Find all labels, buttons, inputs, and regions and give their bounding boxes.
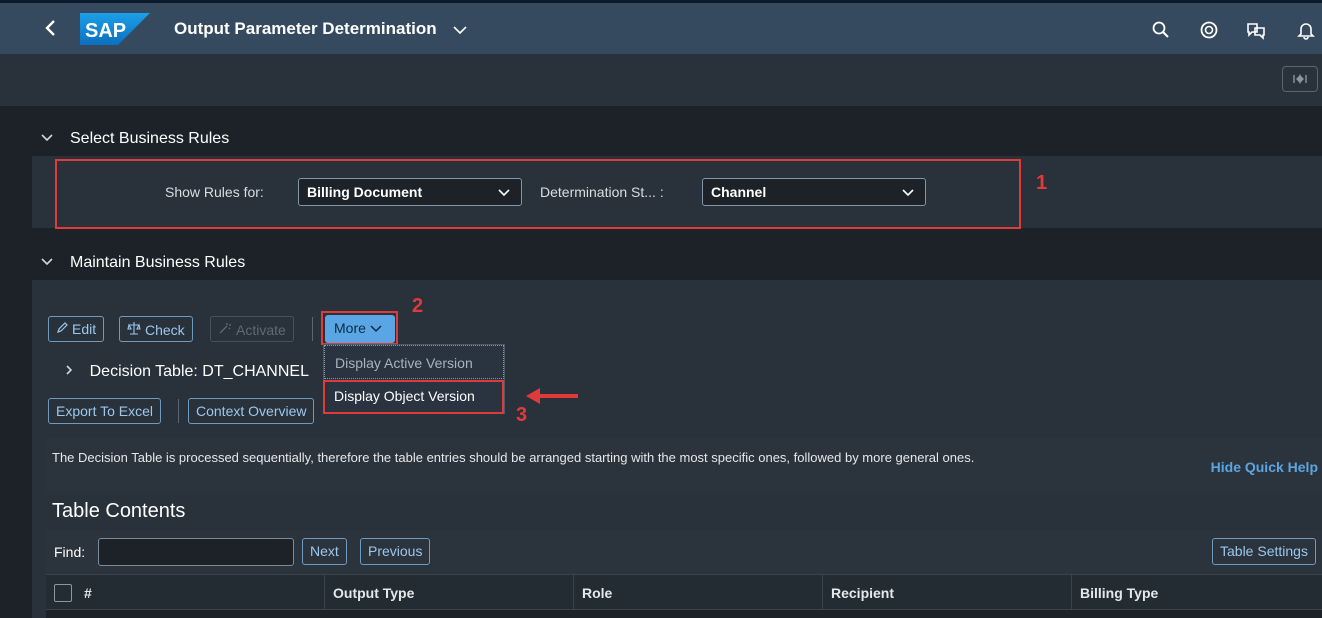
back-chevron-left-icon[interactable] <box>40 17 62 39</box>
search-icon[interactable] <box>1150 19 1172 41</box>
section-title: Maintain Business Rules <box>70 254 246 271</box>
annotation-number-2: 2 <box>412 295 424 317</box>
balance-icon <box>127 322 141 338</box>
bell-icon[interactable] <box>1295 19 1317 41</box>
select-business-rules-header[interactable]: Select Business Rules <box>40 130 229 148</box>
shell-bar: SAP Output Parameter Determination <box>0 0 1322 54</box>
toolbar-separator <box>312 317 313 341</box>
svg-text:SAP: SAP <box>85 20 126 42</box>
annotation-box-3 <box>323 380 504 414</box>
column-header-billing-type[interactable]: Billing Type <box>1071 575 1321 611</box>
column-header-number[interactable]: # <box>76 575 324 611</box>
find-label: Find: <box>54 544 86 560</box>
magic-wand-icon <box>218 322 232 338</box>
column-header-recipient[interactable]: Recipient <box>822 575 1071 611</box>
menu-item-display-active-version[interactable]: Display Active Version <box>324 345 504 379</box>
chevron-down-icon[interactable] <box>452 23 468 35</box>
activate-label: Activate <box>236 322 286 338</box>
context-overview-button[interactable]: Context Overview <box>188 398 315 424</box>
app-title[interactable]: Output Parameter Determination <box>174 19 437 39</box>
select-all-checkbox[interactable] <box>54 584 72 602</box>
activate-button[interactable]: Activate <box>210 316 294 342</box>
quick-help-text: The Decision Table is processed sequenti… <box>52 450 975 465</box>
toolbar-separator <box>178 399 179 423</box>
annotation-box-2 <box>321 311 398 345</box>
notifications-chat-icon[interactable] <box>1245 19 1267 41</box>
collapse-header-icon[interactable] <box>1282 66 1318 92</box>
annotation-number-3: 3 <box>516 404 528 426</box>
chevron-right-icon <box>64 364 78 379</box>
table-settings-button[interactable]: Table Settings <box>1212 538 1316 565</box>
quick-help-message: The Decision Table is processed sequenti… <box>46 438 1322 492</box>
chevron-down-icon[interactable] <box>40 255 54 270</box>
hide-quick-help-link[interactable]: Hide Quick Help <box>1211 457 1318 478</box>
next-button[interactable]: Next <box>302 538 347 565</box>
table-contents-title: Table Contents <box>52 500 186 522</box>
pencil-icon <box>56 321 68 337</box>
chevron-down-icon[interactable] <box>40 131 54 146</box>
check-label: Check <box>145 322 185 338</box>
section-title: Select Business Rules <box>70 130 230 147</box>
check-button[interactable]: Check <box>119 316 193 342</box>
column-header-output-type[interactable]: Output Type <box>324 575 573 611</box>
edit-label: Edit <box>72 321 97 337</box>
decision-table-title[interactable]: Decision Table: DT_CHANNEL <box>64 363 309 381</box>
object-page-header <box>0 54 1322 106</box>
decision-table-label: Decision Table: DT_CHANNEL <box>89 363 309 380</box>
column-header-role[interactable]: Role <box>573 575 822 611</box>
copilot-icon[interactable] <box>1198 19 1220 41</box>
edit-button[interactable]: Edit <box>48 316 105 342</box>
annotation-arrow-icon <box>524 386 580 406</box>
table-toolbar: Find: Next Previous Table Settings <box>46 530 1322 574</box>
table-header: # Output Type Role Recipient Billing Typ… <box>46 574 1322 611</box>
table-row[interactable] <box>46 610 1322 618</box>
sap-logo[interactable]: SAP <box>80 13 150 45</box>
previous-button[interactable]: Previous <box>360 538 431 565</box>
annotation-box-1 <box>55 159 1021 229</box>
find-input[interactable] <box>98 538 294 566</box>
maintain-business-rules-header[interactable]: Maintain Business Rules <box>40 254 245 272</box>
annotation-number-1: 1 <box>1036 172 1048 194</box>
export-to-excel-button[interactable]: Export To Excel <box>48 398 162 424</box>
